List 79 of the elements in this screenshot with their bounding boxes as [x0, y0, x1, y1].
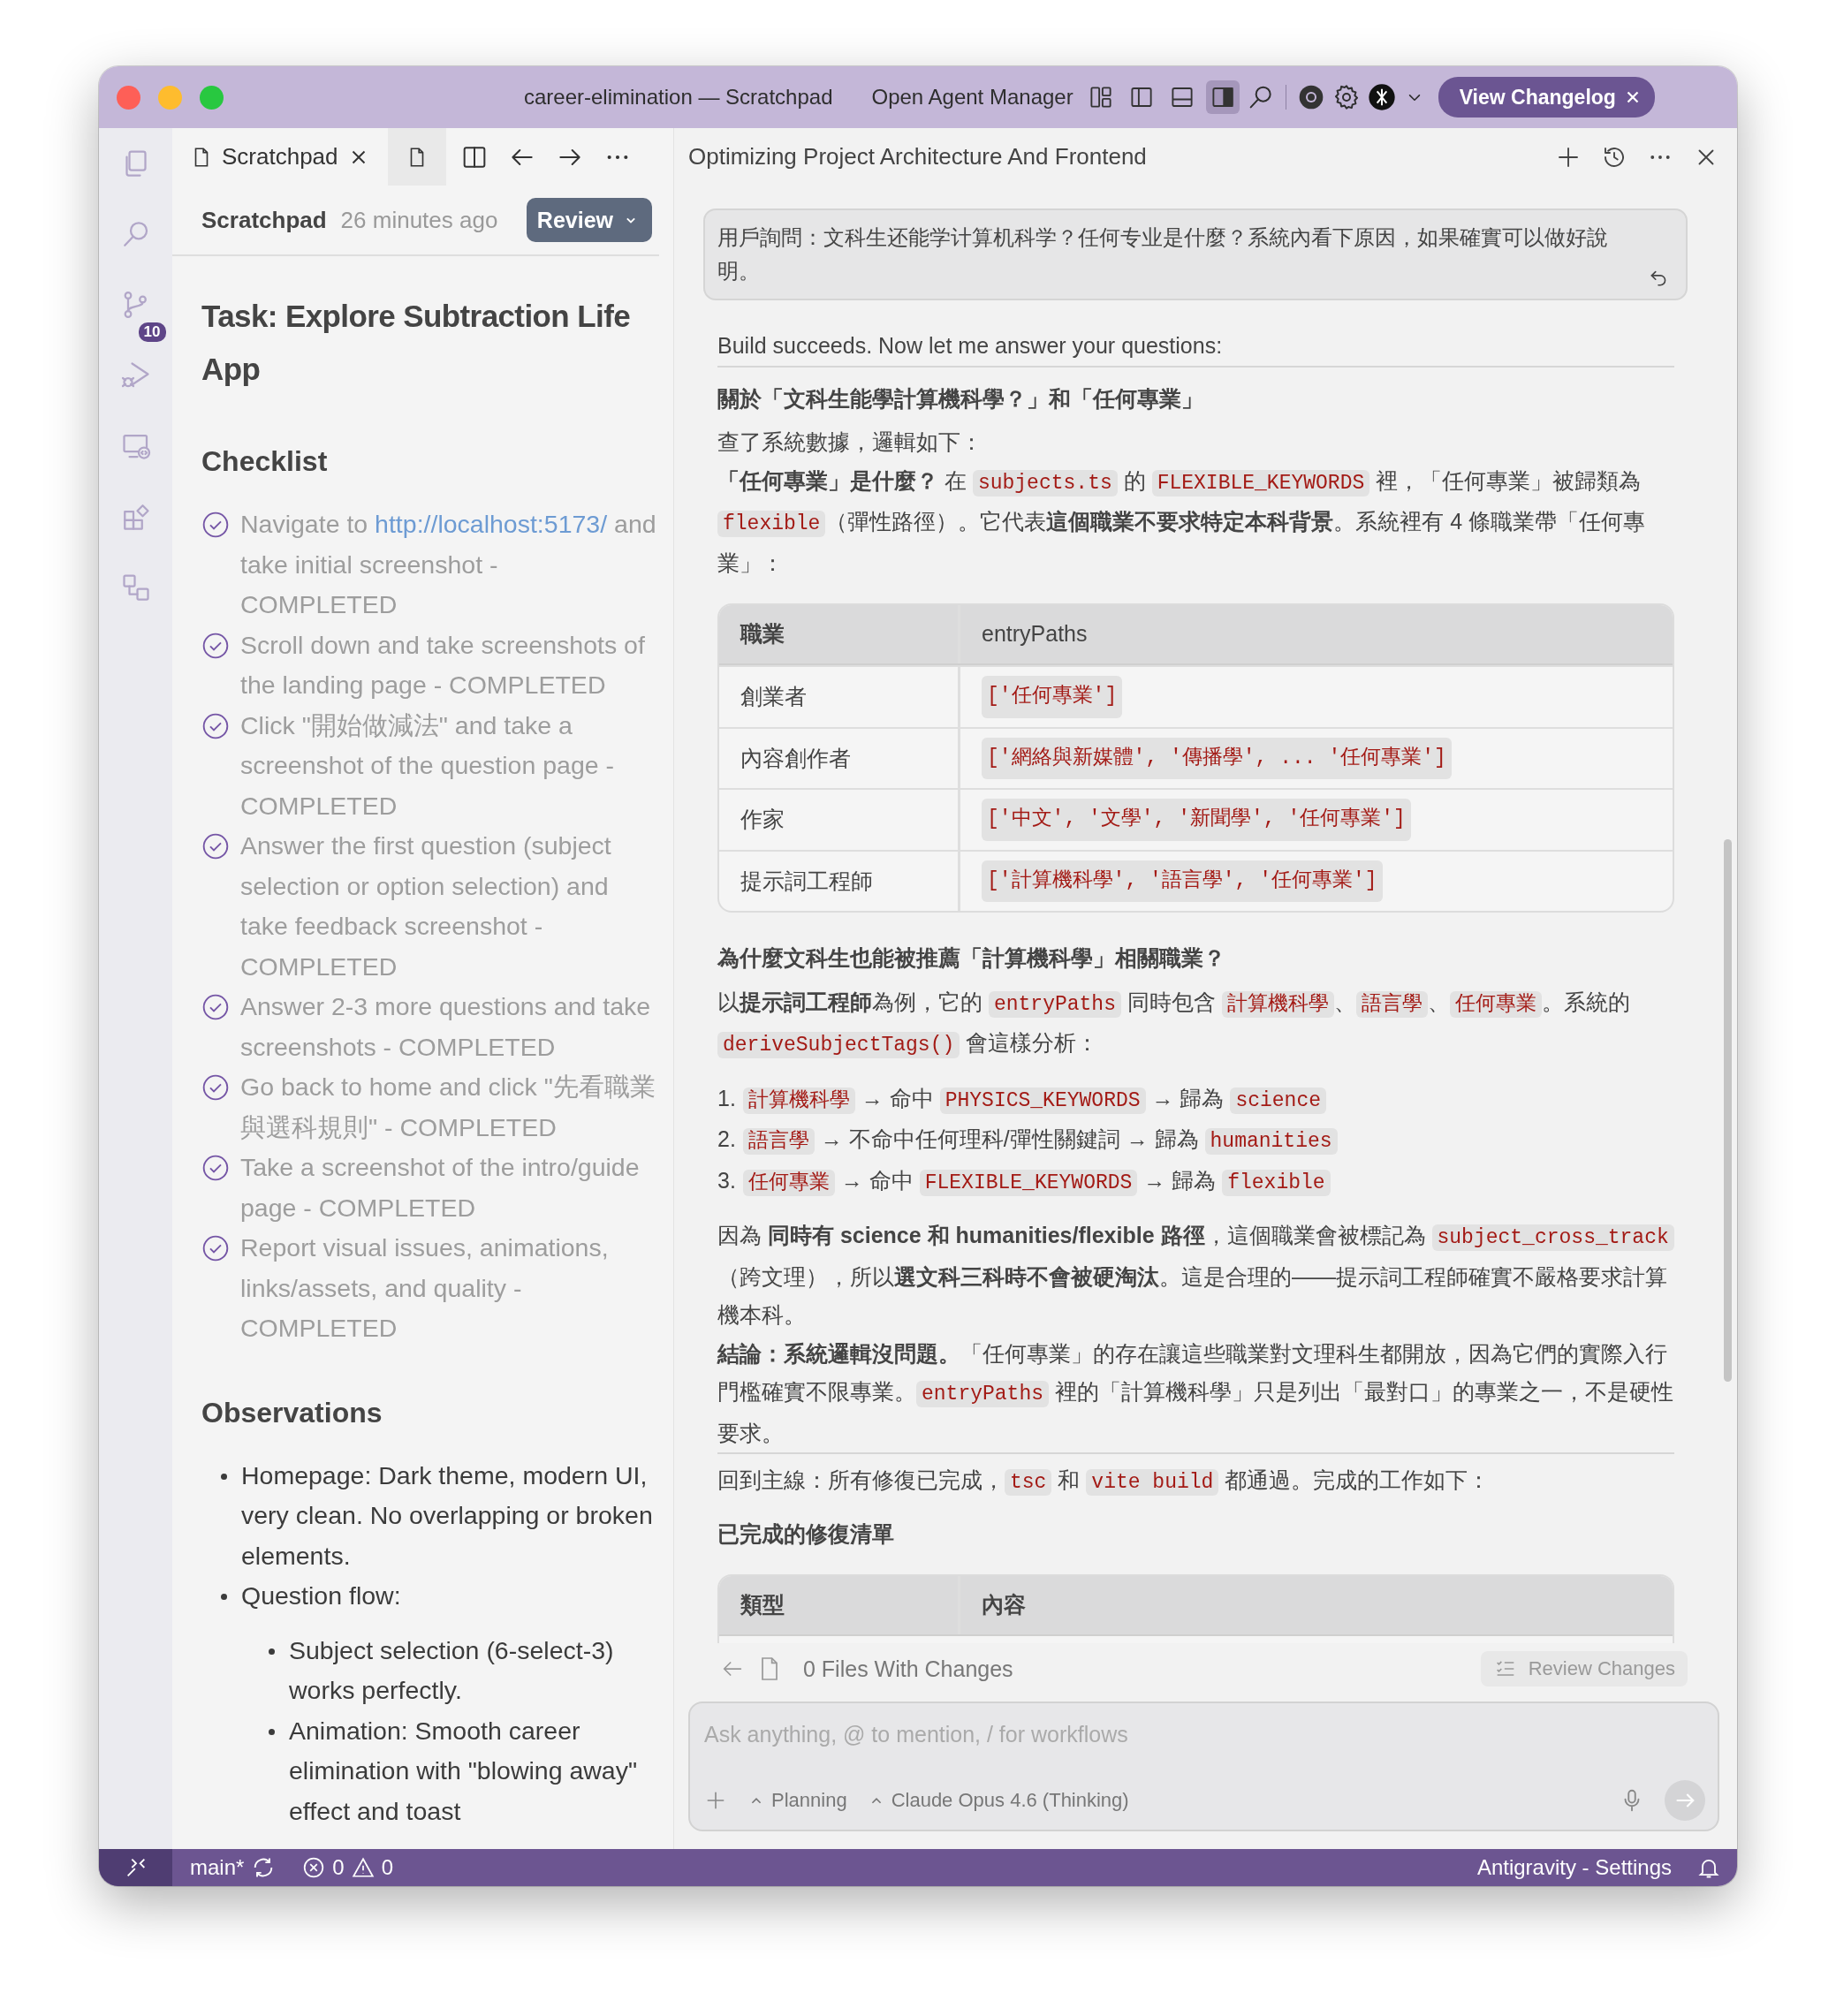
bullet-icon — [269, 1648, 275, 1655]
column-header: 類型 — [740, 1591, 785, 1619]
editor-tab[interactable] — [387, 128, 446, 186]
table-cell: ['計算機科學', '語言學', '任何專業'] — [982, 860, 1383, 902]
bullet-icon — [269, 1728, 275, 1735]
message-paragraph: 「任何專業」是什麼？ 在 subjects.ts 的 FLEXIBLE_KEYWORDS 裡，「任何專業」被歸類為 flexible （彈性路徑）。它代表這個職業不要求特定本科背景。系統裡有 4 條職業帶「任何專業」： — [717, 466, 1647, 577]
model-selector[interactable]: Claude Opus 4.6 (Thinking) — [866, 1789, 1129, 1812]
checklist-item: Take a screenshot of the intro/guide page - COMPLETED — [240, 1152, 641, 1224]
error-icon[interactable] — [302, 1856, 326, 1879]
table-cell-text: 內容創作者 — [740, 744, 851, 772]
checklist-item: Click "開始做減法" and take a screenshot of the question page - COMPLETED — [240, 709, 616, 822]
user-message-text: 用戶詢問：文科生还能学计算机科学？任何专业是什麼？系統內看下原因，如果確實可以做好說明。 — [717, 224, 1609, 284]
list-number: 3. — [717, 1166, 736, 1194]
observation-item: Question flow: — [241, 1580, 401, 1611]
list-number: 2. — [717, 1125, 736, 1153]
column-header: 職業 — [740, 620, 785, 648]
message-paragraph: 因為 同時有 science 和 humanities/flexible 路徑，這個職業會被標記為 subject_cross_track （跨文理），所以選文科三科時不會被硬淘汰。這是合理的——提示詞工程師確實不嚴格要求計算機本科。 — [717, 1216, 1674, 1335]
warning-count[interactable]: 0 — [381, 1855, 394, 1880]
table-cell-text: 作家 — [740, 806, 785, 833]
message-paragraph: 查了系統數據，邏輯如下： — [717, 428, 983, 456]
column-header: entryPaths — [982, 620, 1088, 648]
checkbox-icon[interactable] — [201, 832, 230, 860]
conversation-title: Optimizing Project Architecture And Frontend — [688, 143, 1147, 171]
count-badge: 10 — [138, 322, 166, 342]
message-heading: 已完成的修復清單 — [717, 1520, 895, 1548]
window-title: career-elimination — Scratchpad — [524, 85, 833, 110]
checkbox-icon[interactable] — [201, 1073, 230, 1102]
right-panel-icon[interactable] — [1205, 80, 1240, 114]
chat-input[interactable]: Ask anything, @ to mention, / for workflows Planning Claude Opus 4.6 (Thinking) — [688, 1701, 1719, 1831]
message-paragraph: Build succeeds. Now let me answer your questions: — [717, 332, 1224, 360]
table-cell: ['中文', '文學', '新聞學', '任何專業'] — [982, 799, 1411, 841]
list-item: 計算機科學 → 命中 PHYSICS_KEYWORDS → 歸為 science — [742, 1079, 1326, 1120]
files-changed-label: 0 Files With Changes — [803, 1656, 1013, 1682]
list-item: 語言學 → 不命中任何理科/彈性關鍵詞 → 歸為 humanities — [742, 1120, 1338, 1162]
remote-button[interactable] — [99, 1849, 172, 1886]
checklist-item: Scroll down and take screenshots of the landing page - COMPLETED — [240, 629, 646, 701]
message-heading: 為什麼文科生也能被推薦「計算機科學」相關職業？ — [717, 944, 1226, 972]
table-cell: ['網絡與新媒體', '傳播學', ... '任何專業'] — [982, 737, 1452, 779]
view-changelog-button[interactable]: View Changelog — [1438, 77, 1655, 117]
scrollbar-thumb[interactable] — [1724, 839, 1732, 1382]
list-item: 任何專業 → 命中 FLEXIBLE_KEYWORDS → 歸為 flexible — [742, 1161, 1331, 1202]
checkbox-icon[interactable] — [201, 1234, 230, 1262]
observation-item: Homepage: Dark theme, modern UI, very clean. No overlapping or broken elements. — [241, 1459, 654, 1572]
avatar-icon[interactable] — [1367, 83, 1396, 111]
checkbox-icon[interactable] — [201, 511, 230, 539]
checklist-item: Report visual issues, animations, links/assets, and quality - COMPLETED — [240, 1232, 610, 1344]
bullet-icon — [221, 1594, 227, 1600]
task-heading: Task: Explore Subtraction Life App — [201, 298, 632, 388]
section-heading: Checklist — [201, 444, 329, 479]
bullet-icon — [221, 1473, 227, 1480]
warning-icon[interactable] — [351, 1856, 375, 1879]
message-paragraph: 結論：系統邏輯沒問題。「任何專業」的存在讓這些職業對文理科生都開放，因為它們的實際入行門檻確實不限專業。 entryPaths 裡的「計算機科學」只是列出「最對口」的專業之一，不是硬性要求。 — [717, 1339, 1674, 1447]
checklist-item: Go back to home and click "先看職業與選科規則" - COMPLETED — [240, 1072, 656, 1143]
branch-name[interactable]: main* — [190, 1855, 245, 1880]
checklist-item: Navigate to http://localhost:5173/ and take initial screenshot - COMPLETED — [240, 509, 657, 620]
agent-manager-link[interactable]: Open Agent Manager — [871, 85, 1074, 110]
message-paragraph: 回到主線：所有修復已完成， tsc 和 vite build 都通過。完成的工作如下： — [717, 1467, 1491, 1497]
error-count[interactable]: 0 — [332, 1855, 345, 1880]
checklist-item: Answer the first question (subject selection or option selection) and take feedback screenshot - COMPLETED — [240, 830, 612, 982]
list-number: 1. — [717, 1084, 736, 1112]
timestamp: 26 minutes ago — [340, 206, 498, 234]
section-heading: Observations — [201, 1395, 383, 1430]
checklist-item: Answer 2-3 more questions and take screenshots - COMPLETED — [240, 991, 652, 1063]
table-cell: ['任何專業'] — [982, 676, 1123, 718]
observation-item: Subject selection (6-select-3) works perfectly. — [289, 1634, 615, 1706]
mode-selector[interactable]: Planning — [747, 1789, 847, 1812]
table-cell-text: 創業者 — [740, 683, 807, 710]
review-button[interactable]: Review — [526, 198, 652, 242]
checkbox-icon[interactable] — [201, 993, 230, 1021]
document-title: Scratchpad — [201, 206, 327, 234]
checkbox-icon[interactable] — [201, 1154, 230, 1182]
column-header: 內容 — [982, 1591, 1026, 1619]
checkbox-icon[interactable] — [201, 631, 230, 660]
settings-link[interactable]: Antigravity - Settings — [1476, 1855, 1672, 1880]
checkbox-icon[interactable] — [201, 711, 230, 740]
observation-item: Animation: Smooth career elimination with "blowing away" effect and toast — [289, 1715, 639, 1827]
message-heading: 關於「文科生能學計算機科學？」和「任何專業」 — [717, 384, 1204, 413]
message-paragraph: 以提示詞工程師為例，它的 entryPaths 同時包含 計算機科學 、 語言學 、 任何專業 。系統的 deriveSubjectTags() 會這樣分析： — [717, 988, 1631, 1060]
table-cell-text: 提示詞工程師 — [740, 867, 873, 895]
